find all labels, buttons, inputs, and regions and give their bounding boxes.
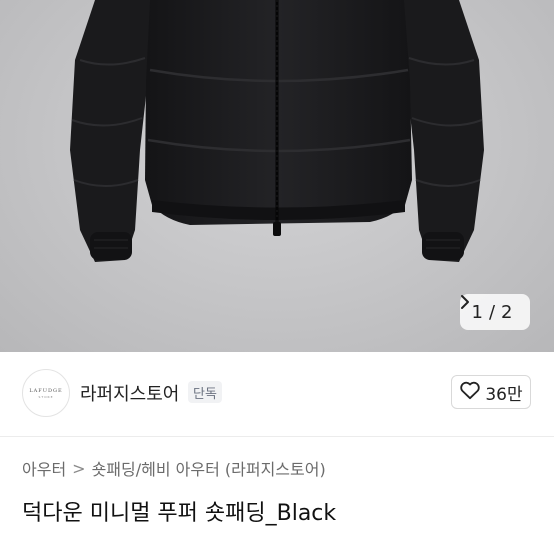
image-page-indicator[interactable]: 1 / 2: [460, 294, 530, 330]
breadcrumb: 아우터 > 숏패딩/헤비 아우터 (라퍼지스토어): [22, 456, 326, 480]
store-logo-subtext: STORE: [38, 394, 54, 399]
breadcrumb-separator: >: [72, 458, 86, 478]
current-page: 1: [471, 301, 483, 323]
breadcrumb-category[interactable]: 아우터: [22, 456, 66, 480]
store-like-button[interactable]: 36만: [451, 375, 531, 409]
heart-outline-icon: [459, 380, 481, 405]
total-pages: 2: [501, 301, 513, 323]
page-separator: /: [488, 301, 496, 323]
store-name[interactable]: 라퍼지스토어: [80, 380, 179, 406]
like-count: 36만: [485, 384, 523, 405]
store-logo-text: LAFUDGE: [29, 387, 63, 394]
product-image-gallery[interactable]: 1 / 2: [0, 0, 554, 352]
store-logo[interactable]: LAFUDGE STORE: [22, 369, 70, 417]
product-title: 덕다운 미니멀 푸퍼 숏패딩_Black: [22, 501, 337, 526]
exclusive-badge: 단독: [188, 381, 222, 403]
section-divider: [0, 436, 554, 437]
breadcrumb-subcategory[interactable]: 숏패딩/헤비 아우터 (라퍼지스토어): [92, 456, 326, 480]
